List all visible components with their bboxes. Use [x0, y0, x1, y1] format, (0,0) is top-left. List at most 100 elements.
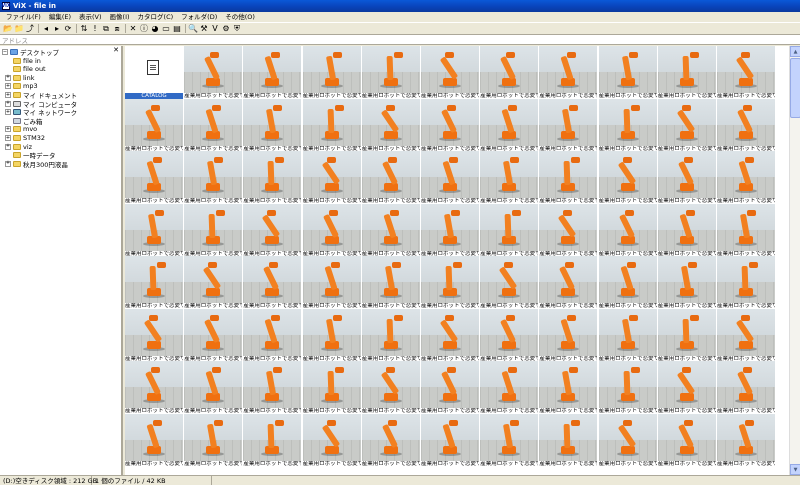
image-thumbnail[interactable]: 産業用ロボットで恋愛サーキッ — [421, 98, 479, 153]
image-thumbnail[interactable]: 産業用ロボットで恋愛サーキッ — [717, 308, 775, 363]
image-thumbnail[interactable]: 産業用ロボットで恋愛サーキッ — [421, 308, 479, 363]
scroll-thumb[interactable] — [790, 58, 800, 118]
slideshow-icon[interactable]: ▭ — [161, 24, 171, 34]
menu-item[interactable]: ファイル(F) — [2, 12, 45, 23]
image-thumbnail[interactable]: 産業用ロボットで恋愛サーキッ — [243, 151, 302, 205]
image-thumbnail[interactable]: 産業用ロボットで恋愛サーキッ — [302, 46, 361, 100]
thumbnail-grid[interactable]: CATALOG産業用ロボットで恋愛サーキッ産業用ロボットで恋愛サーキッ産業用ロボ… — [125, 46, 789, 475]
image-thumbnail[interactable]: 産業用ロボットで恋愛サーキッ — [480, 203, 539, 258]
image-thumbnail[interactable]: 産業用ロボットで恋愛サーキッ — [184, 46, 243, 100]
image-thumbnail[interactable]: 産業用ロボットで恋愛サーキッ — [125, 98, 183, 153]
image-thumbnail[interactable]: 産業用ロボットで恋愛サーキッ — [361, 203, 420, 258]
image-thumbnail[interactable]: 産業用ロボットで恋愛サーキッ — [361, 413, 420, 468]
image-thumbnail[interactable]: 産業用ロボットで恋愛サーキッ — [302, 256, 361, 310]
tree-item[interactable]: + 秋月300円液晶 — [5, 160, 68, 169]
image-thumbnail[interactable]: 産業用ロボットで恋愛サーキッ — [480, 413, 539, 468]
image-thumbnail[interactable]: 産業用ロボットで恋愛サーキッ — [480, 256, 539, 310]
image-thumbnail[interactable]: 産業用ロボットで恋愛サーキッ — [125, 308, 183, 363]
image-thumbnail[interactable]: 産業用ロボットで恋愛サーキッ — [184, 308, 243, 363]
image-thumbnail[interactable]: 産業用ロボットで恋愛サーキッ — [125, 203, 183, 258]
image-thumbnail[interactable]: 産業用ロボットで恋愛サーキッ — [243, 46, 302, 100]
image-thumbnail[interactable]: 産業用ロボットで恋愛サーキッ — [125, 256, 183, 310]
vertical-scrollbar[interactable]: ▲ ▼ — [789, 46, 800, 475]
image-thumbnail[interactable]: 産業用ロボットで恋愛サーキッ — [184, 256, 243, 310]
image-thumbnail[interactable]: 産業用ロボットで恋愛サーキッ — [598, 203, 657, 258]
image-thumbnail[interactable]: 産業用ロボットで恋愛サーキッ — [243, 361, 302, 415]
menu-item[interactable]: カタログ(C) — [134, 12, 178, 23]
back-icon[interactable]: ◂ — [41, 24, 51, 34]
image-thumbnail[interactable]: 産業用ロボットで恋愛サーキッ — [302, 203, 361, 258]
tree-item[interactable]: + STM32 — [5, 134, 45, 142]
image-thumbnail[interactable]: 産業用ロボットで恋愛サーキッ — [421, 203, 479, 258]
tree-item[interactable]: + link — [5, 74, 35, 82]
image-thumbnail[interactable]: 産業用ロボットで恋愛サーキッ — [539, 256, 598, 310]
image-thumbnail[interactable]: 産業用ロボットで恋愛サーキッ — [539, 308, 598, 363]
expander-icon[interactable]: + — [5, 83, 11, 90]
image-thumbnail[interactable]: 産業用ロボットで恋愛サーキッ — [717, 413, 775, 468]
image-thumbnail[interactable]: 産業用ロボットで恋愛サーキッ — [243, 256, 302, 310]
tree-item[interactable]: − デスクトップ — [2, 48, 59, 57]
tree-item[interactable]: + mvo — [5, 125, 37, 133]
up-folder-icon[interactable]: ⤴ — [25, 24, 35, 34]
image-thumbnail[interactable]: 産業用ロボットで恋愛サーキッ — [657, 98, 716, 153]
image-thumbnail[interactable]: 産業用ロボットで恋愛サーキッ — [598, 151, 657, 205]
expander-icon[interactable]: + — [5, 143, 11, 150]
settings-icon[interactable]: ⚙ — [221, 24, 231, 34]
image-thumbnail[interactable]: 産業用ロボットで恋愛サーキッ — [184, 98, 243, 153]
move-icon[interactable]: ⧈ — [112, 24, 122, 34]
expander-icon[interactable]: + — [5, 160, 11, 167]
expander-icon[interactable]: + — [5, 135, 11, 141]
image-thumbnail[interactable]: 産業用ロボットで恋愛サーキッ — [361, 308, 420, 363]
image-thumbnail[interactable]: 産業用ロボットで恋愛サーキッ — [657, 203, 716, 258]
globe-icon[interactable]: ◕ — [150, 24, 160, 34]
scroll-up-button[interactable]: ▲ — [790, 46, 800, 57]
image-thumbnail[interactable]: 産業用ロボットで恋愛サーキッ — [717, 256, 775, 310]
new-folder-icon[interactable]: 📁 — [14, 24, 24, 34]
image-thumbnail[interactable]: 産業用ロボットで恋愛サーキッ — [302, 98, 361, 153]
image-thumbnail[interactable]: 産業用ロボットで恋愛サーキッ — [480, 361, 539, 415]
view-icon[interactable]: ▤ — [172, 24, 182, 34]
image-thumbnail[interactable]: 産業用ロボットで恋愛サーキッ — [480, 308, 539, 363]
image-thumbnail[interactable]: 産業用ロボットで恋愛サーキッ — [421, 256, 479, 310]
image-thumbnail[interactable]: 産業用ロボットで恋愛サーキッ — [243, 203, 302, 258]
image-thumbnail[interactable]: 産業用ロボットで恋愛サーキッ — [480, 151, 539, 205]
scroll-down-button[interactable]: ▼ — [790, 464, 800, 475]
image-thumbnail[interactable]: 産業用ロボットで恋愛サーキッ — [539, 203, 598, 258]
image-thumbnail[interactable]: 産業用ロボットで恋愛サーキッ — [243, 98, 302, 153]
image-thumbnail[interactable]: 産業用ロボットで恋愛サーキッ — [243, 308, 302, 363]
menu-item[interactable]: 表示(V) — [75, 12, 106, 23]
delete-icon[interactable]: ✕ — [128, 24, 138, 34]
tree-item[interactable]: file out — [5, 65, 46, 73]
image-thumbnail[interactable]: 産業用ロボットで恋愛サーキッ — [657, 256, 716, 310]
image-thumbnail[interactable]: 産業用ロボットで恋愛サーキッ — [717, 203, 775, 258]
refresh-icon[interactable]: ⟳ — [63, 24, 73, 34]
expander-icon[interactable]: − — [2, 49, 8, 55]
image-thumbnail[interactable]: 産業用ロボットで恋愛サーキッ — [421, 361, 479, 415]
image-thumbnail[interactable]: 産業用ロボットで恋愛サーキッ — [539, 361, 598, 415]
image-thumbnail[interactable]: 産業用ロボットで恋愛サーキッ — [657, 46, 716, 100]
image-thumbnail[interactable]: 産業用ロボットで恋愛サーキッ — [717, 98, 775, 153]
menu-item[interactable]: その他(O) — [221, 12, 259, 23]
tools-icon[interactable]: ⚒ — [199, 24, 209, 34]
image-thumbnail[interactable]: 産業用ロボットで恋愛サーキッ — [421, 46, 479, 100]
image-thumbnail[interactable]: 産業用ロボットで恋愛サーキッ — [480, 46, 539, 100]
tree-item[interactable]: ごみ箱 — [5, 117, 43, 126]
image-thumbnail[interactable]: 産業用ロボットで恋愛サーキッ — [243, 413, 302, 468]
image-thumbnail[interactable]: 産業用ロボットで恋愛サーキッ — [361, 361, 420, 415]
image-thumbnail[interactable]: 産業用ロボットで恋愛サーキッ — [302, 413, 361, 468]
mark-icon[interactable]: ! — [90, 24, 100, 34]
image-thumbnail[interactable]: 産業用ロボットで恋愛サーキッ — [657, 308, 716, 363]
image-thumbnail[interactable]: 産業用ロボットで恋愛サーキッ — [598, 308, 657, 363]
image-thumbnail[interactable]: 産業用ロボットで恋愛サーキッ — [480, 98, 539, 153]
tree-item[interactable]: file in — [5, 57, 41, 65]
image-thumbnail[interactable]: 産業用ロボットで恋愛サーキッ — [539, 46, 598, 100]
image-thumbnail[interactable]: 産業用ロボットで恋愛サーキッ — [539, 413, 598, 468]
expander-icon[interactable]: + — [5, 74, 11, 81]
menu-item[interactable]: フォルダ(D) — [177, 12, 221, 23]
image-thumbnail[interactable]: 産業用ロボットで恋愛サーキッ — [302, 151, 361, 205]
close-tree-icon[interactable]: ✕ — [113, 46, 119, 54]
image-thumbnail[interactable]: 産業用ロボットで恋愛サーキッ — [302, 361, 361, 415]
catalog-thumbnail[interactable]: CATALOG — [125, 46, 183, 100]
menu-item[interactable]: 画像(I) — [106, 12, 134, 23]
folder-tree[interactable]: ✕ − デスクトップ file in file out + link + mp3 + マイ ドキュ… — [0, 46, 123, 475]
